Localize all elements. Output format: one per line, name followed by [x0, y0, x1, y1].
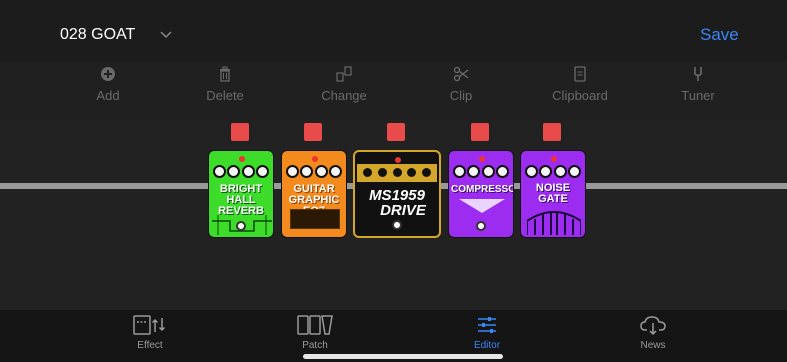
tuner-button[interactable]: Tuner [653, 66, 743, 103]
pedal-led [312, 156, 318, 162]
pedal-name-1-line1: BRIGHT HALL [219, 183, 263, 206]
gate-graphic [527, 211, 581, 235]
footswitch [392, 220, 402, 230]
compressor-graphic [459, 199, 505, 213]
clipboard-button[interactable]: Clipboard [535, 66, 625, 103]
chevron-down-icon[interactable] [160, 29, 172, 39]
effect-icon [133, 315, 166, 335]
clipboard-label: Clipboard [552, 88, 608, 103]
pedal-name-3-line2: DRIVE [380, 202, 426, 219]
pedal-led [551, 156, 557, 162]
tuning-fork-icon [694, 67, 702, 81]
pedal-led [239, 156, 245, 162]
eq-slider-panel [290, 209, 340, 229]
pedal-ms1959-drive[interactable]: MS1959 DRIVE [353, 150, 441, 238]
pedal-3-toggle[interactable] [387, 123, 405, 141]
pedal-name-5-line2: GATE [538, 193, 568, 205]
pedal-knobs [213, 165, 269, 179]
footswitch [476, 221, 486, 231]
pedal-1-toggle[interactable] [231, 123, 249, 141]
scissors-icon [453, 66, 469, 82]
nav-patch[interactable]: Patch [275, 314, 355, 351]
footswitch [236, 221, 246, 231]
pedal-knobs [525, 165, 581, 179]
pedal-5-toggle[interactable] [543, 123, 561, 141]
swap-icon [336, 66, 352, 82]
delete-label: Delete [206, 88, 244, 103]
clipboard-icon [574, 66, 586, 82]
save-button[interactable]: Save [700, 25, 739, 45]
pedal-led [395, 157, 401, 163]
pedal-name-4: COMPRESSOR [451, 184, 513, 195]
add-button[interactable]: Add [63, 66, 153, 103]
clip-button[interactable]: Clip [416, 66, 506, 103]
nav-patch-label: Patch [302, 340, 328, 351]
pedal-noise-gate[interactable]: NOISE GATE [520, 150, 586, 238]
change-label: Change [321, 88, 367, 103]
nav-editor[interactable]: Editor [447, 314, 527, 351]
pedal-knobs [361, 166, 433, 180]
pedal-guitar-graphic-eq7[interactable]: GUITAR GRAPHIC EQ7 [281, 150, 347, 238]
sliders-icon [478, 317, 496, 333]
pedal-name-5: NOISE GATE [523, 183, 583, 205]
pedal-4-toggle[interactable] [471, 123, 489, 141]
cloud-download-icon [640, 316, 666, 336]
home-indicator [303, 354, 503, 359]
pedal-name-4-line1: COMPRESSOR [451, 184, 513, 195]
clip-label: Clip [449, 88, 473, 103]
change-button[interactable]: Change [299, 66, 389, 103]
pedalboard-icon [297, 315, 333, 335]
pedal-bright-hall-reverb[interactable]: BRIGHT HALL REVERB [208, 150, 274, 238]
pedal-compressor[interactable]: COMPRESSOR [448, 150, 514, 238]
delete-button[interactable]: Delete [180, 66, 270, 103]
nav-effect[interactable]: Effect [110, 314, 190, 351]
patch-name[interactable]: 028 GOAT [60, 26, 135, 44]
pedal-knobs [286, 165, 342, 179]
pedal-knobs [453, 165, 509, 179]
pedal-2-toggle[interactable] [304, 123, 322, 141]
plus-circle-icon [101, 67, 115, 81]
tuner-label: Tuner [681, 88, 715, 103]
pedal-name-3-line1: MS1959 [369, 187, 425, 204]
nav-effect-label: Effect [137, 340, 163, 351]
trash-icon [220, 66, 230, 82]
nav-news[interactable]: News [613, 314, 693, 351]
pedal-name-3: MS1959 DRIVE [357, 188, 437, 218]
nav-editor-label: Editor [473, 340, 501, 351]
add-label: Add [96, 88, 120, 103]
pedal-led [479, 156, 485, 162]
nav-news-label: News [640, 340, 666, 351]
